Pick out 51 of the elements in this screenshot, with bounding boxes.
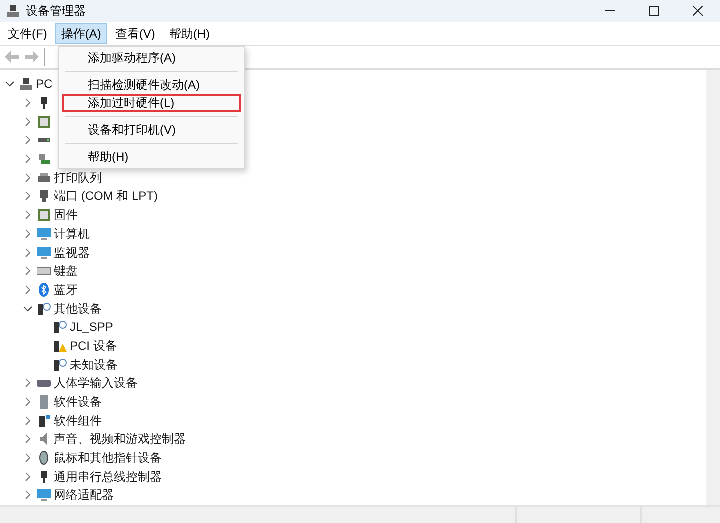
tree-item-label[interactable]: 人体学输入设备 [54,377,138,390]
tree-item-label[interactable]: 蓝牙 [54,284,78,296]
menu-bar-item[interactable]: 文件(F) [2,23,54,44]
tree-item-label[interactable]: 未知设备 [70,358,118,371]
menu-item[interactable]: 帮助(H) [62,148,241,166]
tree-item-label[interactable]: JL_SPP [70,321,114,334]
port-icon [37,189,51,204]
tree-item-label[interactable]: 端口 (COM 和 LPT) [54,190,158,202]
computer-icon [6,4,20,18]
tree-item-label[interactable]: 软件组件 [54,414,102,427]
tree-item-label[interactable]: PCI 设备 [70,340,118,352]
chip-icon [37,114,51,129]
menu-item[interactable]: 添加过时硬件(L) [62,94,241,112]
window-title: 设备管理器 [26,3,86,20]
menu-item[interactable]: 扫描检测硬件改动(A) [62,76,241,94]
monitor-icon [37,488,51,502]
menu-bar-item[interactable]: 查看(V) [109,23,162,44]
monitor-icon [37,246,51,260]
maximize-icon [649,6,659,16]
tree-item-label[interactable]: 其他设备 [54,302,102,315]
mouse-icon [37,451,51,466]
tree-item-label[interactable]: 鼠标和其他指针设备 [54,452,162,464]
printer-icon [37,170,51,185]
tree-item-label[interactable]: 计算机 [54,228,90,240]
bluetooth-icon [37,282,51,297]
minimize-icon [605,10,615,12]
computer-icon [19,77,33,92]
tree-item-label[interactable]: 键盘 [54,265,78,278]
unknown-device-icon [53,320,67,334]
tower-icon [37,395,51,410]
menu-bar-item[interactable]: 操作(A) [55,23,108,44]
unknown-device-icon [53,358,67,372]
network-drive-icon [37,152,51,166]
chip-icon [37,208,51,222]
component-icon [37,414,51,428]
tree-item-label[interactable]: 固件 [54,209,78,222]
menu-item[interactable]: 设备和打印机(V) [62,121,241,139]
tree-item-label[interactable]: 监视器 [54,246,90,259]
warning-device-icon [53,338,67,353]
tree-item-label[interactable]: 通用串行总线控制器 [54,470,162,483]
tree-item-label[interactable]: 网络适配器 [54,489,114,502]
monitor-icon [37,226,51,241]
tree-item-label[interactable]: 打印队列 [54,172,102,184]
unknown-device-icon [37,302,51,316]
close-icon [693,6,703,16]
tree-item-label[interactable]: 软件设备 [54,396,102,408]
drive-icon [37,138,51,142]
tree-item-label[interactable]: 声音、视频和游戏控制器 [54,433,186,446]
tree-item-label[interactable]: PC [36,78,53,90]
menu-bar-item[interactable]: 帮助(H) [163,23,216,44]
menu-item[interactable]: 添加驱动程序(A) [62,49,241,67]
